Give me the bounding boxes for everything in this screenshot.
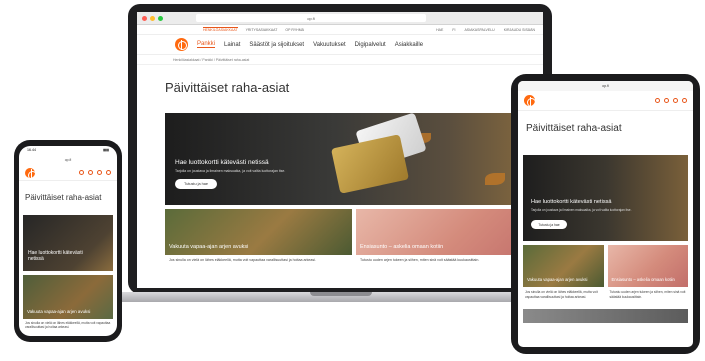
menu-icon[interactable] xyxy=(106,170,111,175)
leaf-decoration xyxy=(485,173,505,185)
tile-caption: Vakuuta vapaa-ajan arjen avuksi xyxy=(169,244,249,250)
hero-body: Tarjolla on joustava ja ilmainen maksuai… xyxy=(175,169,286,173)
content-tiles: Vakuuta vapaa-ajan arjen avuksi Jos sinu… xyxy=(165,209,543,266)
hero-heading: Hae luottokortti kätevästi netissä xyxy=(28,250,83,262)
user-icon[interactable] xyxy=(88,170,93,175)
tile-first-home[interactable]: Ensiasunto – askelia omaan kotiin Tutust… xyxy=(607,245,688,303)
phone-status-bar: 16.44 ▮▮▮ xyxy=(19,146,117,155)
customer-service-link[interactable]: ASIAKASPALVELU xyxy=(464,28,494,32)
tab-henkiloasiakkaat[interactable]: HENKILÖASIAKKAAT xyxy=(203,27,238,32)
nav-digipalvelut[interactable]: Digipalvelut xyxy=(355,42,386,48)
leaf-decoration xyxy=(523,155,537,164)
search-link[interactable]: HAE xyxy=(436,28,443,32)
op-logo-icon[interactable] xyxy=(524,95,536,107)
tab-op-ryhma[interactable]: OP RYHMÄ xyxy=(285,28,304,32)
more-content-strip xyxy=(523,308,688,323)
hero-heading: Hae luottokortti kätevästi netissä xyxy=(175,159,269,166)
menu-icon[interactable] xyxy=(682,98,687,103)
language-fi-link[interactable]: FI xyxy=(452,28,455,32)
search-icon[interactable] xyxy=(79,170,84,175)
tile-text: Tutustu uuden arjen tukeen ja siihen, mi… xyxy=(609,290,686,299)
hero-banner: Hae luottokortti kätevästi netissä xyxy=(23,215,113,271)
phone-time: 16.44 xyxy=(27,148,36,152)
tile-image: Ensiasunto – askelia omaan kotiin xyxy=(607,245,688,287)
close-window-icon[interactable] xyxy=(142,15,147,21)
hero-body: Tarjolla on joustava ja ilmainen maksuai… xyxy=(531,208,632,212)
user-icon[interactable] xyxy=(664,98,669,103)
credit-card-gold xyxy=(523,164,573,196)
breadcrumb: Henkilöasiakkaat / Pankki / Päivittäiset… xyxy=(137,55,543,65)
tile-caption: Vakuuta vapaa-ajan arjen avuksi xyxy=(27,309,91,314)
tile-caption: Ensiasunto – askelia omaan kotiin xyxy=(611,277,675,282)
nav-asiakkaille[interactable]: Asiakkaille xyxy=(395,42,423,48)
tile-text: Jos sinulla on vielä on lähes eläkkeellä… xyxy=(169,258,317,262)
lock-icon[interactable] xyxy=(97,170,102,175)
device-mockup-scene: op.fi HENKILÖASIAKKAAT YRITYSASIAKKAAT O… xyxy=(0,0,705,361)
tab-yritysasiakkaat[interactable]: YRITYSASIAKKAAT xyxy=(246,28,278,32)
hero-cta-button[interactable]: Tutustu ja hae xyxy=(175,179,217,189)
login-link[interactable]: KIRJAUDU SISÄÄN xyxy=(504,28,535,32)
battery-icon: ▮▮▮ xyxy=(103,148,109,152)
tile-image: Vakuuta vapaa-ajan arjen avuksi xyxy=(165,209,352,255)
credit-card-gold xyxy=(23,215,57,237)
nav-vakuutukset[interactable]: Vakuutukset xyxy=(313,42,346,48)
hero-banner: Hae luottokortti kätevästi netissä Tarjo… xyxy=(523,155,688,241)
tile-image: Vakuuta vapaa-ajan arjen avuksi xyxy=(523,245,604,287)
lock-icon[interactable] xyxy=(673,98,678,103)
content-tiles: Vakuuta vapaa-ajan arjen avuksi Jos sinu… xyxy=(523,245,688,303)
op-logo-icon[interactable] xyxy=(25,167,37,180)
nav-lainat[interactable]: Lainat xyxy=(224,42,240,48)
hero-cta-button[interactable]: Tutustu ja hae xyxy=(531,220,567,229)
nav-pankki[interactable]: Pankki xyxy=(197,41,216,48)
phone-address-bar[interactable]: op.fi xyxy=(19,155,117,165)
tile-retirement[interactable]: Vakuuta vapaa-ajan arjen avuksi Jos sinu… xyxy=(165,209,352,266)
search-icon[interactable] xyxy=(655,98,660,103)
page-title: Päivittäiset raha-asiat xyxy=(25,193,102,202)
laptop-screen: op.fi HENKILÖASIAKKAAT YRITYSASIAKKAAT O… xyxy=(137,12,543,288)
tablet-screen: op.fi Päivittäiset raha-asiat Hae luotto… xyxy=(518,81,693,347)
hero-banner: Hae luottokortti kätevästi netissä Tarjo… xyxy=(165,113,543,205)
phone-screen: 16.44 ▮▮▮ op.fi Päivittäiset raha-asiat … xyxy=(19,146,117,336)
laptop-notch xyxy=(310,292,372,296)
phone-header xyxy=(19,165,117,181)
page-title: Päivittäiset raha-asiat xyxy=(526,123,622,134)
op-logo-icon[interactable] xyxy=(175,38,188,51)
utility-bar: HENKILÖASIAKKAAT YRITYSASIAKKAAT OP RYHM… xyxy=(137,25,543,35)
browser-toolbar: op.fi xyxy=(137,12,543,25)
maximize-window-icon[interactable] xyxy=(158,15,163,21)
page-title: Päivittäiset raha-asiat xyxy=(165,80,290,95)
tile-text: Jos sinulla on vielä on lähes eläkkeellä… xyxy=(25,321,111,330)
credit-card-gold xyxy=(330,134,410,194)
tile-caption: Ensiasunto – askelia omaan kotiin xyxy=(360,244,444,250)
main-navigation: Pankki Lainat Säästöt ja sijoitukset Vak… xyxy=(137,35,543,55)
hero-heading: Hae luottokortti kätevästi netissä xyxy=(531,199,612,205)
tile-retirement[interactable]: Vakuuta vapaa-ajan arjen avuksi xyxy=(23,275,113,319)
address-bar[interactable]: op.fi xyxy=(196,14,426,22)
tile-caption: Vakuuta vapaa-ajan arjen avuksi xyxy=(527,277,588,282)
nav-saastot[interactable]: Säästöt ja sijoitukset xyxy=(249,42,304,48)
tablet-header xyxy=(518,91,693,111)
minimize-window-icon[interactable] xyxy=(150,15,155,21)
tile-retirement[interactable]: Vakuuta vapaa-ajan arjen avuksi Jos sinu… xyxy=(523,245,604,303)
tablet-address-bar[interactable]: op.fi xyxy=(518,81,693,91)
tile-text: Jos sinulla on vielä on lähes eläkkeellä… xyxy=(525,290,598,299)
